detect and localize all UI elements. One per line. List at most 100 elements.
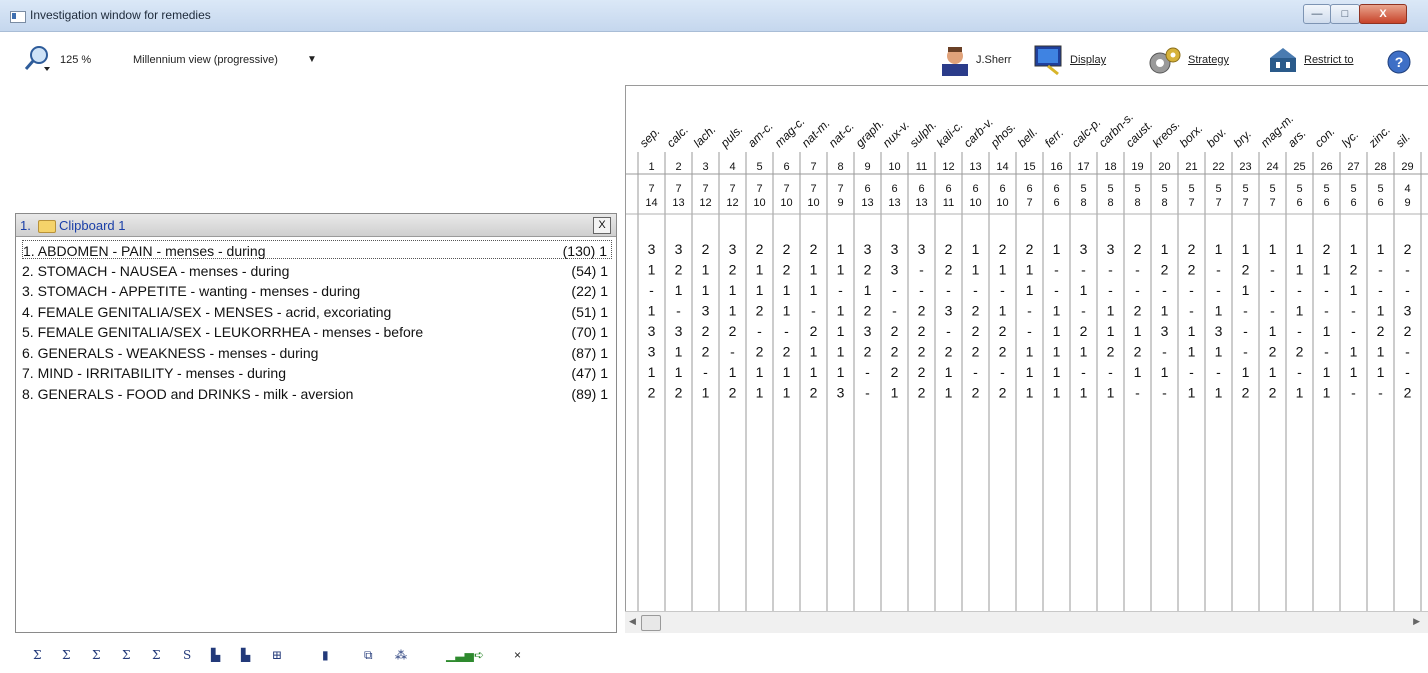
grid-cell[interactable]: 1: [1215, 241, 1223, 257]
grid-cell[interactable]: 1: [864, 282, 872, 298]
grid-cell[interactable]: 2: [972, 385, 980, 401]
grid-cell[interactable]: 3: [864, 241, 872, 257]
grid-cell[interactable]: -: [892, 282, 897, 298]
grid-cell[interactable]: 1: [972, 241, 980, 257]
grid-cell[interactable]: 1: [1296, 385, 1304, 401]
grid-cell[interactable]: 2: [864, 344, 872, 360]
grid-cell[interactable]: 1: [702, 282, 710, 298]
grid-cell[interactable]: -: [1405, 282, 1410, 298]
grid-cell[interactable]: 1: [1296, 241, 1304, 257]
grid-cell[interactable]: 1: [1134, 323, 1142, 339]
rubric-row[interactable]: 8. GENERALS - FOOD and DRINKS - milk - a…: [22, 384, 612, 403]
grid-cell[interactable]: 1: [1107, 303, 1115, 319]
grid-cell[interactable]: 1: [999, 262, 1007, 278]
remedy-name[interactable]: ars.: [1285, 126, 1309, 150]
help-icon[interactable]: ?: [1387, 50, 1411, 74]
grid-cell[interactable]: 1: [999, 303, 1007, 319]
grid-cell[interactable]: 2: [1161, 262, 1169, 278]
bar-icon[interactable]: ▮: [322, 648, 329, 662]
grid-cell[interactable]: 2: [918, 323, 926, 339]
grid-cell[interactable]: -: [1054, 282, 1059, 298]
grid-cell[interactable]: -: [703, 364, 708, 380]
display-button[interactable]: Display: [1034, 44, 1114, 76]
grid-cell[interactable]: 3: [945, 303, 953, 319]
zoom-level[interactable]: 125 %: [60, 54, 91, 66]
grid-cell[interactable]: 2: [1134, 241, 1142, 257]
grid-cell[interactable]: -: [1405, 344, 1410, 360]
grid-cell[interactable]: 1: [702, 385, 710, 401]
grid-cell[interactable]: 1: [1080, 344, 1088, 360]
grid-cell[interactable]: 1: [945, 385, 953, 401]
grid-cell[interactable]: 2: [999, 344, 1007, 360]
grid-cell[interactable]: 1: [1188, 344, 1196, 360]
grid-cell[interactable]: -: [1108, 282, 1113, 298]
grid-cell[interactable]: 3: [648, 344, 656, 360]
grid-cell[interactable]: 2: [1188, 262, 1196, 278]
grid-cell[interactable]: 2: [999, 385, 1007, 401]
rubric-row[interactable]: 6. GENERALS - WEAKNESS - menses - during…: [22, 343, 612, 362]
grid-cell[interactable]: 3: [702, 303, 710, 319]
grid-cell[interactable]: -: [1108, 364, 1113, 380]
grid-cell[interactable]: -: [1135, 262, 1140, 278]
grid-cell[interactable]: 1: [1242, 364, 1250, 380]
grid-cell[interactable]: -: [946, 282, 951, 298]
grid-cell[interactable]: 1: [1053, 364, 1061, 380]
author-button[interactable]: J.Sherr: [942, 44, 1022, 76]
grid-cell[interactable]: -: [1189, 282, 1194, 298]
grid-cell[interactable]: 2: [1323, 241, 1331, 257]
grid-cell[interactable]: 2: [675, 262, 683, 278]
grid-cell[interactable]: -: [1081, 303, 1086, 319]
grid-cell[interactable]: 1: [1377, 303, 1385, 319]
remedy-name[interactable]: carb-v.: [961, 115, 996, 150]
grid-cell[interactable]: 1: [756, 262, 764, 278]
remedy-name[interactable]: kreos.: [1150, 117, 1183, 150]
grid-cell[interactable]: 1: [1161, 303, 1169, 319]
grid-cell[interactable]: 1: [1053, 344, 1061, 360]
grid-cell[interactable]: 3: [1215, 323, 1223, 339]
grid-cell[interactable]: -: [676, 303, 681, 319]
grid-cell[interactable]: -: [1054, 262, 1059, 278]
grid-cell[interactable]: 2: [972, 303, 980, 319]
remedy-name[interactable]: ferr.: [1042, 125, 1067, 150]
grid-cell[interactable]: -: [865, 385, 870, 401]
grid-cell[interactable]: 1: [1350, 344, 1358, 360]
remedy-name[interactable]: lyc.: [1339, 127, 1362, 150]
remedy-name[interactable]: bry.: [1231, 127, 1254, 150]
grid-cell[interactable]: -: [1189, 303, 1194, 319]
restrict-button[interactable]: Restrict to: [1268, 44, 1364, 76]
remedy-name[interactable]: zinc.: [1365, 123, 1393, 151]
remedy-name[interactable]: calc-p.: [1069, 115, 1104, 150]
grid-cell[interactable]: 1: [810, 262, 818, 278]
grid-cell[interactable]: 3: [837, 385, 845, 401]
grid-cell[interactable]: 1: [810, 282, 818, 298]
grid-cell[interactable]: 2: [1269, 344, 1277, 360]
grid-cell[interactable]: -: [1135, 282, 1140, 298]
grid-cell[interactable]: 1: [1053, 323, 1061, 339]
grid-icon[interactable]: ⁂: [395, 648, 407, 662]
grid-cell[interactable]: -: [1297, 323, 1302, 339]
grid-cell[interactable]: 2: [783, 241, 791, 257]
remedy-name[interactable]: sep.: [637, 124, 663, 150]
grid-cell[interactable]: -: [1243, 303, 1248, 319]
grid-cell[interactable]: 2: [918, 385, 926, 401]
grid-cell[interactable]: 1: [1296, 262, 1304, 278]
remedy-name[interactable]: con.: [1312, 124, 1338, 150]
grid-cell[interactable]: 1: [1296, 303, 1304, 319]
remedy-name[interactable]: sulph.: [907, 118, 940, 151]
chevron-down-icon[interactable]: ▼: [307, 54, 317, 65]
grid-cell[interactable]: 1: [756, 282, 764, 298]
grid-cell[interactable]: -: [973, 282, 978, 298]
grid-cell[interactable]: 1: [1053, 241, 1061, 257]
grid-cell[interactable]: 2: [1080, 323, 1088, 339]
grid-cell[interactable]: -: [1324, 282, 1329, 298]
grid-cell[interactable]: 1: [810, 344, 818, 360]
grid-cell[interactable]: 1: [675, 364, 683, 380]
grid-cell[interactable]: -: [1243, 323, 1248, 339]
grid-cell[interactable]: 2: [945, 344, 953, 360]
grid-cell[interactable]: 1: [837, 262, 845, 278]
grid-cell[interactable]: 2: [783, 262, 791, 278]
scroll-thumb[interactable]: [641, 615, 661, 631]
grid-cell[interactable]: -: [1378, 282, 1383, 298]
grid-cell[interactable]: 2: [702, 344, 710, 360]
sigma-4-icon[interactable]: Σ: [122, 648, 130, 662]
